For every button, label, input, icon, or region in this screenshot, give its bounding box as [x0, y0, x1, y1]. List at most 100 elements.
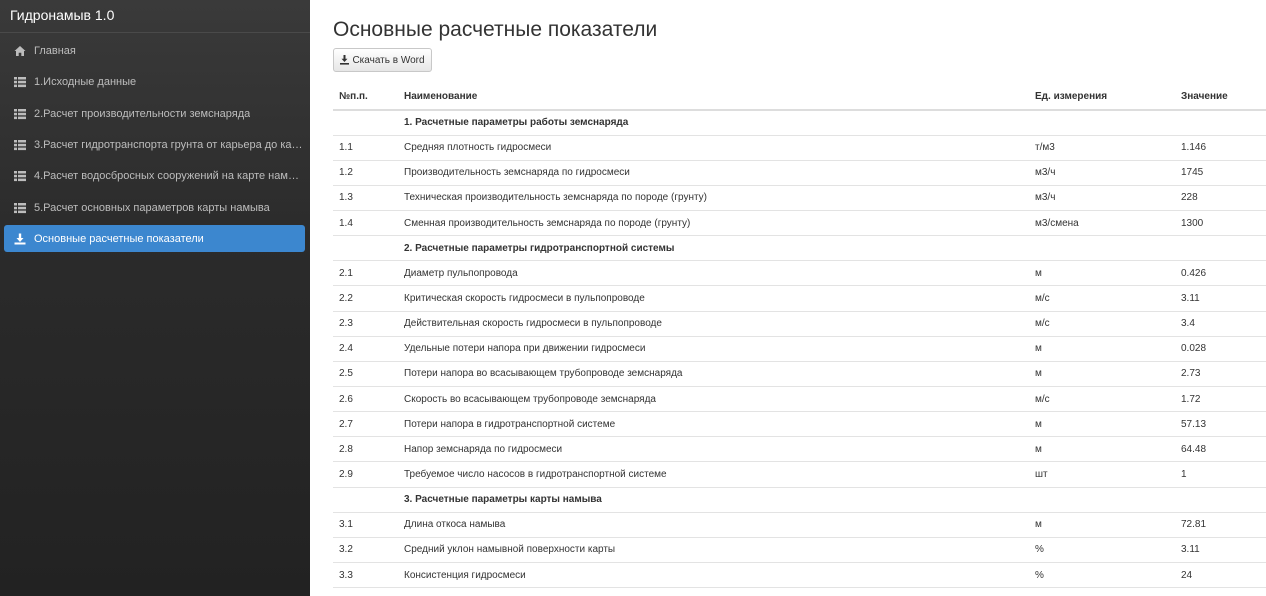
cell-value [1181, 235, 1266, 262]
cell-name: Критическая скорость гидросмеси в пульпо… [404, 285, 1035, 312]
table-row: 1.1 Средняя плотность гидросмеси т/м3 1.146 [333, 135, 1266, 161]
cell-number: 2.4 [333, 336, 404, 362]
cell-number: 3.2 [333, 537, 404, 564]
table-row: 3.3 Консистенция гидросмеси% 24 [333, 562, 1266, 589]
cell-unit: % [1035, 537, 1181, 564]
cell-number [333, 235, 404, 262]
table-row: 2.8 Напор земснаряда по гидросмеси м 64.48 [333, 436, 1266, 463]
cell-value [1181, 487, 1266, 513]
cell-value: 3.11 [1181, 537, 1266, 564]
sidebar-item-label: Основные расчетные показатели [34, 232, 204, 245]
table-row: 1.3 Техническая производительность земсна… [333, 185, 1266, 212]
app-title[interactable]: Гидронамыв 1.0 [0, 0, 310, 33]
table-body: 1. Расчетные параметры работы земснаряда… [333, 110, 1266, 589]
list-icon [14, 139, 26, 150]
cell-unit: м3/ч [1035, 160, 1181, 186]
cell-value: 24 [1181, 562, 1266, 589]
sidebar-item-main-indicators[interactable]: Основные расчетные показатели [4, 225, 305, 252]
cell-number: 2.9 [333, 461, 404, 488]
cell-value: 2.73 [1181, 361, 1266, 388]
sidebar-item-map-parameters[interactable]: 5.Расчет основных параметров карты намыв… [4, 194, 305, 221]
cell-unit: % [1035, 562, 1181, 589]
cell-unit: шт [1035, 461, 1181, 488]
cell-name: Действительная скорость гидросмеси в пул… [404, 311, 1035, 337]
cell-name: Производительность земснаряда по гидросм… [404, 160, 1035, 186]
sidebar-item-label: 5.Расчет основных параметров карты намыв… [34, 201, 270, 214]
cell-name: Скорость во всасывающем трубопроводе зем… [404, 386, 1035, 413]
column-header-name: Наименование [404, 84, 1035, 111]
cell-number: 1.4 [333, 210, 404, 237]
cell-unit: м [1035, 436, 1181, 463]
table-row: 2.3 Действительная скорость гидросмеси в … [333, 311, 1266, 337]
cell-number: 2.6 [333, 386, 404, 413]
sidebar-item-spillway[interactable]: 4.Расчет водосбросных сооружений на карт… [4, 162, 305, 189]
cell-value: 1745 [1181, 160, 1266, 186]
cell-value: 57.13 [1181, 411, 1266, 438]
download-icon [340, 55, 350, 65]
cell-unit [1035, 487, 1181, 513]
table-row: 1.2 Производительность земснаряда по гидр… [333, 160, 1266, 186]
sidebar-item-home[interactable]: Главная [4, 37, 305, 64]
cell-name: Потери напора во всасывающем трубопровод… [404, 361, 1035, 388]
column-header-value: Значение [1181, 84, 1266, 111]
column-header-unit: Ед. измерения [1035, 84, 1181, 111]
sidebar-item-label: 4.Расчет водосбросных сооружений на карт… [34, 169, 305, 182]
list-icon [14, 170, 26, 181]
cell-value: 1 [1181, 461, 1266, 488]
sidebar-item-label: Главная [34, 44, 76, 57]
cell-number: 2.1 [333, 260, 404, 287]
table-header-row: №п.п. Наименование Ед. измерения Значени… [333, 84, 1266, 111]
cell-name: Удельные потери напора при движении гидр… [404, 336, 1035, 362]
cell-value: 228 [1181, 185, 1266, 212]
cell-unit: м3/ч [1035, 185, 1181, 212]
section-title: 3. Расчетные параметры карты намыва [404, 487, 1035, 513]
cell-unit [1035, 235, 1181, 262]
cell-name: Напор земснаряда по гидросмеси [404, 436, 1035, 463]
sidebar: Гидронамыв 1.0 Главная 1.Исходные данные… [0, 0, 310, 596]
cell-name: Потери напора в гидротранспортной систем… [404, 411, 1035, 438]
cell-name: Средняя плотность гидросмеси [404, 135, 1035, 161]
cell-value: 72.81 [1181, 512, 1266, 538]
download-icon [14, 233, 26, 244]
home-icon [14, 45, 26, 56]
table-section-row: 2. Расчетные параметры гидротранспортной… [333, 235, 1266, 262]
cell-number: 2.3 [333, 311, 404, 337]
cell-unit [1035, 110, 1181, 136]
table-row: 2.6 Скорость во всасывающем трубопроводе … [333, 386, 1266, 413]
cell-name: Сменная производительность земснаряда по… [404, 210, 1035, 237]
cell-unit: т/м3 [1035, 135, 1181, 161]
cell-number: 3.1 [333, 512, 404, 538]
sidebar-item-label: 2.Расчет производительности земснаряда [34, 107, 251, 120]
cell-value: 0.028 [1181, 336, 1266, 362]
list-icon [14, 202, 26, 213]
cell-name: Средний уклон намывной поверхности карты [404, 537, 1035, 564]
cell-value: 3.11 [1181, 285, 1266, 312]
cell-name: Требуемое число насосов в гидротранспорт… [404, 461, 1035, 488]
cell-value: 3.4 [1181, 311, 1266, 337]
cell-unit: м [1035, 336, 1181, 362]
cell-number [333, 487, 404, 513]
cell-unit: м3/смена [1035, 210, 1181, 237]
table-row: 2.9 Требуемое число насосов в гидротрансп… [333, 461, 1266, 488]
cell-number: 2.2 [333, 285, 404, 312]
cell-name: Техническая производительность земснаряд… [404, 185, 1035, 212]
cell-number: 3.3 [333, 562, 404, 589]
sidebar-item-source-data[interactable]: 1.Исходные данные [4, 68, 305, 95]
cell-number: 1.1 [333, 135, 404, 161]
page-title: Основные расчетные показатели [333, 18, 658, 41]
cell-number: 2.5 [333, 361, 404, 388]
cell-value: 1.146 [1181, 135, 1266, 161]
sidebar-item-hydrotransport[interactable]: 3.Расчет гидротранспорта грунта от карье… [4, 131, 305, 158]
table-row: 2.2 Критическая скорость гидросмеси в пул… [333, 285, 1266, 312]
table-section-row: 3. Расчетные параметры карты намыва [333, 487, 1266, 513]
cell-number [333, 110, 404, 136]
table-row: 1.4 Сменная производительность земснаряда… [333, 210, 1266, 237]
download-word-button[interactable]: Скачать в Word [333, 48, 432, 72]
cell-unit: м [1035, 512, 1181, 538]
cell-value: 1.72 [1181, 386, 1266, 413]
cell-name: Длина откоса намыва [404, 512, 1035, 538]
cell-unit: м/с [1035, 285, 1181, 312]
cell-name: Диаметр пульпопровода [404, 260, 1035, 287]
sidebar-item-dredger-productivity[interactable]: 2.Расчет производительности земснаряда [4, 100, 305, 127]
cell-unit: м/с [1035, 311, 1181, 337]
